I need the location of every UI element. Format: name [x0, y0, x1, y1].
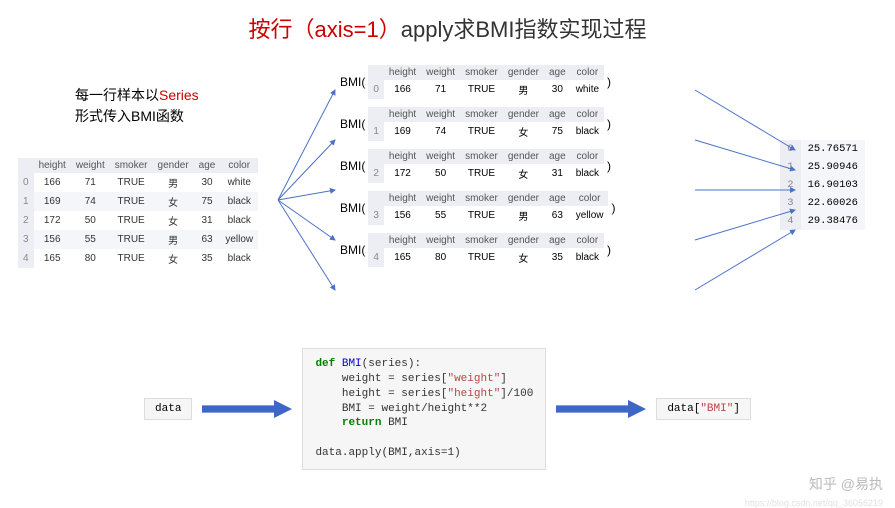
desc-text-a: 每一行样本以 — [75, 87, 159, 103]
col-smoker: smoker — [110, 158, 153, 173]
flow-arrow-1 — [202, 400, 292, 418]
series-row: BMI( heightweightsmokergenderagecolor 41… — [340, 233, 615, 267]
series-table: heightweightsmokergenderagecolor 416580T… — [368, 233, 604, 267]
col-color: color — [220, 158, 258, 173]
flow-data-box: data — [144, 398, 192, 420]
table-row: 217250TRUE女31black — [18, 211, 258, 230]
bmi-call-close: ) — [607, 243, 611, 257]
bmi-call-open: BMI( — [340, 243, 365, 257]
watermark: 知乎 @易执 — [809, 474, 883, 494]
title-black: apply求BMI指数实现过程 — [401, 17, 647, 42]
series-rows-zone: BMI( heightweightsmokergenderagecolor 01… — [340, 65, 615, 267]
table-row: 016671TRUE男30white — [18, 173, 258, 192]
table-row: 315655TRUE男63yellow — [18, 230, 258, 249]
series-row: BMI( heightweightsmokergenderagecolor 01… — [340, 65, 615, 99]
bmi-call-close: ) — [607, 117, 611, 131]
desc-text-c: 形式传入BMI函数 — [75, 108, 184, 124]
code-box: def BMI(series): weight = series["weight… — [302, 348, 546, 470]
flow-result-box: data["BMI"] — [656, 398, 751, 420]
result-row: 429.38476 — [780, 212, 865, 230]
series-table: heightweightsmokergenderagecolor 016671T… — [368, 65, 604, 99]
col-weight: weight — [71, 158, 110, 173]
bmi-call-open: BMI( — [340, 75, 365, 89]
result-row: 025.76571 — [780, 140, 865, 158]
series-row: BMI( heightweightsmokergenderagecolor 31… — [340, 191, 615, 225]
desc-text-b: Series — [159, 87, 199, 103]
col-height: height — [34, 158, 71, 173]
result-row: 216.90103 — [780, 176, 865, 194]
bmi-call-open: BMI( — [340, 117, 365, 131]
table-row: 116974TRUE女75black — [18, 192, 258, 211]
bmi-call-close: ) — [607, 159, 611, 173]
result-series: 025.76571125.90946216.90103322.60026429.… — [780, 140, 865, 230]
source-dataframe: height weight smoker gender age color 01… — [18, 158, 258, 268]
col-gender: gender — [153, 158, 194, 173]
series-table: heightweightsmokergenderagecolor 315655T… — [368, 191, 608, 225]
bmi-call-close: ) — [611, 201, 615, 215]
series-table: heightweightsmokergenderagecolor 116974T… — [368, 107, 604, 141]
bmi-call-open: BMI( — [340, 159, 365, 173]
page-title: 按行（axis=1）apply求BMI指数实现过程 — [0, 0, 895, 44]
bmi-call-close: ) — [607, 75, 611, 89]
series-row: BMI( heightweightsmokergenderagecolor 11… — [340, 107, 615, 141]
result-row: 322.60026 — [780, 194, 865, 212]
series-table: heightweightsmokergenderagecolor 217250T… — [368, 149, 604, 183]
result-row: 125.90946 — [780, 158, 865, 176]
flow-arrow-2 — [556, 400, 646, 418]
col-age: age — [194, 158, 221, 173]
title-red: 按行（axis=1） — [249, 17, 401, 42]
description: 每一行样本以Series 形式传入BMI函数 — [75, 85, 199, 127]
bmi-call-open: BMI( — [340, 201, 365, 215]
table-row: 416580TRUE女35black — [18, 249, 258, 268]
bottom-flow: data def BMI(series): weight = series["w… — [0, 348, 895, 470]
series-row: BMI( heightweightsmokergenderagecolor 21… — [340, 149, 615, 183]
